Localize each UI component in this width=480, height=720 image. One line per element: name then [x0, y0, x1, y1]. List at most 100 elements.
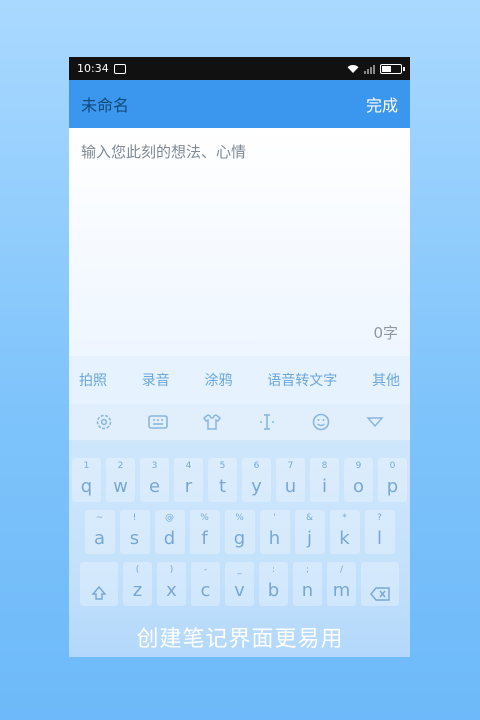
key-label: s [129, 528, 140, 549]
keyboard-row-1: 1q2w3e4r5t6y7u8i9o0p [69, 458, 410, 502]
done-button[interactable]: 完成 [366, 92, 398, 116]
shift-key[interactable] [80, 562, 118, 606]
backspace-key[interactable] [361, 562, 399, 606]
key-label: t [218, 476, 227, 497]
keyboard-toolbar [69, 404, 410, 440]
key-label: o [352, 476, 364, 497]
key-hint: ? [377, 513, 382, 523]
key-hint: % [235, 513, 244, 523]
key-label: g [233, 528, 246, 549]
key-label: v [234, 580, 245, 601]
key-hint: 0 [389, 461, 396, 471]
phone-screen: 10:34 未命名 完成 输入您此刻的想法、心情 0字 拍照 录音 涂鸦 语音转… [69, 57, 410, 657]
key-hint: ( [135, 565, 140, 575]
keyboard-row-2: ~ a! s @ d% f% g ' h & j * k? l [69, 510, 410, 554]
key-q[interactable]: 1q [72, 458, 101, 502]
battery-icon [380, 63, 405, 74]
key-label: n [301, 580, 314, 601]
wifi-icon [347, 64, 359, 74]
key-hint: / [339, 565, 344, 575]
key-j[interactable]: & j [294, 510, 325, 554]
collapse-keyboard-icon[interactable] [364, 411, 386, 433]
key-v[interactable]: _ v [225, 562, 254, 606]
key-hint: & [305, 513, 314, 523]
key-h[interactable]: ' h [259, 510, 290, 554]
key-hint: ' [273, 513, 276, 523]
other-button[interactable]: 其他 [372, 370, 400, 390]
key-e[interactable]: 3e [140, 458, 169, 502]
key-p[interactable]: 0p [378, 458, 407, 502]
key-i[interactable]: 8i [310, 458, 339, 502]
key-hint: 6 [253, 461, 260, 471]
emoji-smiley-icon[interactable] [310, 411, 332, 433]
key-label: m [332, 580, 351, 601]
keyboard-row-3: (z) x - c _ v: b; n / m [69, 562, 410, 606]
key-label: j [306, 528, 312, 549]
theme-shirt-icon[interactable] [201, 411, 223, 433]
key-u[interactable]: 7u [276, 458, 305, 502]
key-hint: 1 [83, 461, 90, 471]
key-label: p [386, 476, 399, 497]
status-time: 10:34 [77, 62, 109, 75]
key-label: e [148, 476, 161, 497]
key-b[interactable]: :b [259, 562, 288, 606]
key-hint: 3 [151, 461, 158, 471]
key-k[interactable]: * k [329, 510, 360, 554]
speech-to-text-button[interactable]: 语音转文字 [267, 370, 337, 390]
cursor-icon[interactable] [256, 411, 278, 433]
note-editor[interactable]: 输入您此刻的想法、心情 0字 [69, 128, 410, 356]
key-f[interactable]: % f [189, 510, 220, 554]
key-l[interactable]: ? l [364, 510, 395, 554]
key-hint: % [200, 513, 209, 523]
key-hint: 8 [321, 461, 328, 471]
key-hint: : [271, 565, 276, 575]
key-label: k [339, 528, 350, 549]
key-t[interactable]: 5t [208, 458, 237, 502]
key-label: a [93, 528, 106, 549]
key-n[interactable]: ; n [293, 562, 322, 606]
promo-caption: 创建笔记界面更易用 [136, 627, 344, 652]
key-y[interactable]: 6y [242, 458, 271, 502]
key-label: i [321, 476, 327, 497]
key-m[interactable]: / m [327, 562, 356, 606]
note-title-bar: 未命名 完成 [69, 80, 410, 128]
keyboard-icon[interactable] [147, 411, 169, 433]
key-hint: - [203, 565, 208, 575]
key-hint: 7 [287, 461, 294, 471]
key-hint: ~ [95, 513, 104, 523]
signal-icon [364, 64, 375, 74]
char-count: 0字 [373, 324, 398, 342]
record-button[interactable]: 录音 [142, 370, 170, 390]
key-w[interactable]: 2w [106, 458, 135, 502]
key-hint: 4 [185, 461, 192, 471]
key-z[interactable]: (z [123, 562, 152, 606]
key-label: h [268, 528, 281, 549]
key-hint: * [342, 513, 347, 523]
key-hint: 5 [219, 461, 226, 471]
key-label: r [184, 476, 193, 497]
key-x[interactable]: ) x [157, 562, 186, 606]
note-toolbar: 拍照 录音 涂鸦 语音转文字 其他 [69, 356, 410, 404]
key-label: w [113, 476, 128, 497]
key-label: c [200, 580, 211, 601]
key-label: f [201, 528, 208, 549]
key-g[interactable]: % g [224, 510, 255, 554]
key-o[interactable]: 9o [344, 458, 373, 502]
key-s[interactable]: ! s [119, 510, 150, 554]
key-d[interactable]: @ d [154, 510, 185, 554]
key-hint: ; [305, 565, 310, 575]
key-label: l [376, 528, 382, 549]
key-hint: @ [165, 513, 174, 523]
doodle-button[interactable]: 涂鸦 [205, 370, 233, 390]
key-label: u [284, 476, 297, 497]
key-r[interactable]: 4r [174, 458, 203, 502]
key-label: b [267, 580, 280, 601]
key-hint: _ [237, 565, 242, 575]
photo-button[interactable]: 拍照 [79, 370, 107, 390]
note-title[interactable]: 未命名 [81, 92, 129, 116]
settings-gear-icon[interactable] [93, 411, 115, 433]
key-c[interactable]: -c [191, 562, 220, 606]
key-hint: ! [132, 513, 137, 523]
key-hint: ) [169, 565, 174, 575]
key-a[interactable]: ~ a [84, 510, 115, 554]
